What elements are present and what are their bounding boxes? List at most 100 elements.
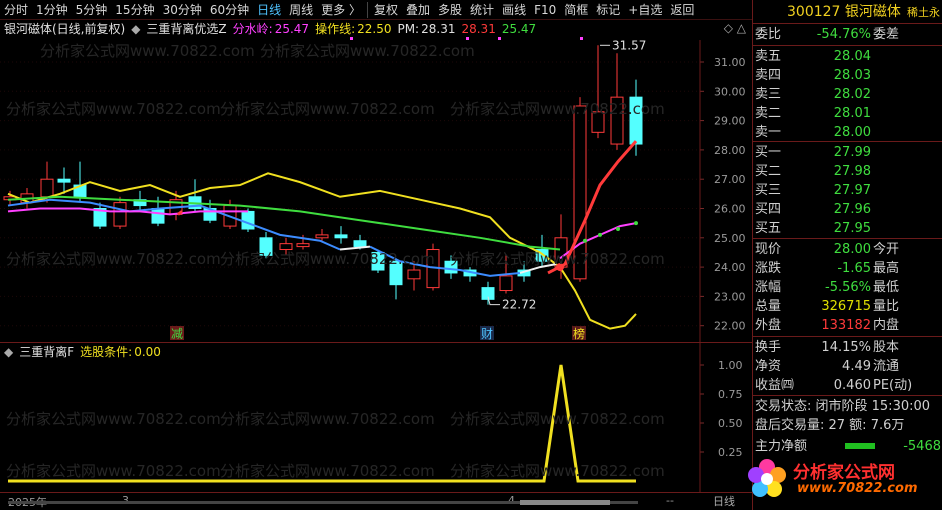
sub-tick-label: 0.25: [718, 446, 743, 459]
after-hours: 盘后交易量: 27 额: 7.6万: [755, 418, 905, 433]
day-tag: 日线: [713, 495, 735, 508]
main-flow-bar: [845, 443, 875, 449]
buy-row-4-label: 买四: [755, 202, 782, 217]
buy-row-5: 买五 27.95: [753, 219, 942, 238]
sub-tick-label: 0.50: [718, 417, 743, 430]
statistics-button[interactable]: 统计: [466, 0, 498, 20]
tab-more[interactable]: 更多 〉: [317, 0, 365, 20]
stat-row-0-label: 现价: [755, 242, 782, 257]
tab-fenshi[interactable]: 分时: [0, 0, 32, 20]
draw-line-button[interactable]: 画线: [498, 0, 530, 20]
buy-row-3-value: 27.97: [833, 183, 871, 198]
stat2-row-1-label: 净资: [755, 359, 782, 374]
candle-up: [499, 275, 513, 292]
buy-row-3: 买三 27.97: [753, 181, 942, 200]
top-marker: [580, 37, 583, 40]
site-logo: 分析家公式网 www.70822.com: [741, 454, 936, 504]
event-marker-2: 榜: [573, 326, 585, 341]
signal-line: [8, 364, 636, 483]
price-tick-label: 29.00: [714, 115, 746, 128]
candle-down: [241, 210, 255, 230]
tab-30min[interactable]: 30分钟: [159, 0, 206, 20]
candle-down: [353, 240, 367, 248]
sell-row-2-value: 28.01: [833, 106, 871, 121]
top-marker: [498, 37, 501, 40]
stat2-row-2: 收益㈣ 0.460 PE(动): [753, 376, 942, 395]
stat2-row-2-label: 收益㈣: [755, 378, 795, 393]
sell-row-4-label: 卖四: [755, 68, 782, 83]
candle-up: [296, 243, 310, 248]
mark-button[interactable]: 标记: [592, 0, 624, 20]
candle-down: [334, 234, 348, 239]
tab-15min[interactable]: 15分钟: [111, 0, 158, 20]
weibi-label: 委比: [755, 27, 782, 42]
stat-row-0-value: 28.00: [833, 242, 871, 257]
stat2-row-0: 换手 14.15% 股本: [753, 338, 942, 357]
sell-row-3-label: 卖三: [755, 87, 782, 102]
stat2-row-0-label: 换手: [755, 340, 782, 355]
logo-brand: 分析家公式网: [793, 463, 895, 483]
period-toolbar: 分时 1分钟 5分钟 15分钟 30分钟 60分钟 日线 周线 更多 〉 复权 …: [0, 0, 752, 20]
tab-daily[interactable]: 日线: [253, 0, 285, 20]
sell-row-4-value: 28.03: [833, 68, 871, 83]
red-signal-dot: [556, 263, 564, 272]
buy-row-5-label: 买五: [755, 221, 782, 236]
tab-60min[interactable]: 60分钟: [206, 0, 253, 20]
buy-row-1-value: 27.99: [833, 145, 871, 160]
back-button[interactable]: 返回: [666, 0, 698, 20]
price-tick-label: 30.00: [714, 85, 746, 98]
candle-down: [57, 178, 71, 183]
corner-tag: 稀土永: [907, 6, 940, 19]
signal-dot: [583, 238, 587, 243]
price-tick-label: 27.00: [714, 173, 746, 186]
price-tick-label: 26.00: [714, 203, 746, 216]
top-marker: [466, 37, 469, 40]
kline-chart[interactable]: 银河磁体(日线,前复权) ◆ 三重背离优选Z 分水岭: 25.47 操作线: 2…: [0, 20, 752, 342]
sub-indicator-chart[interactable]: ◆ 三重背离F 选股条件: 0.00 1.00 0.75 0.50 0.25: [0, 342, 752, 493]
green-ma-line: [7, 195, 561, 251]
high-label: 31.57: [612, 38, 646, 52]
candle-up: [279, 243, 293, 251]
candle-down: [389, 260, 403, 286]
candle-down: [151, 208, 165, 224]
restore-rights-button[interactable]: 复权: [370, 0, 402, 20]
candle-down: [259, 237, 273, 256]
simple-frame-button[interactable]: 简框: [560, 0, 592, 20]
logo-url: www.70822.com: [797, 481, 918, 496]
stat2-row-1-value: 4.49: [842, 359, 871, 374]
multi-stock-button[interactable]: 多股: [434, 0, 466, 20]
stat-row-2-label2: 最低: [873, 280, 900, 295]
stat2-row-0-label2: 股本: [873, 340, 900, 355]
candle-up: [40, 178, 54, 198]
stat-row-4-label: 外盘: [755, 318, 782, 333]
top-marker: [350, 37, 353, 40]
sub-indicator-canvas: 1.00 0.75 0.50 0.25: [8, 343, 743, 493]
sell-row-1: 卖一 28.00: [753, 123, 942, 142]
time-scroll-thumb[interactable]: [520, 500, 610, 505]
stat-row-3-value: 326715: [821, 299, 871, 314]
f10-button[interactable]: F10: [530, 0, 560, 20]
weicha-label: 委差: [873, 27, 900, 42]
sell-row-5-label: 卖五: [755, 49, 782, 64]
candle-down: [444, 260, 458, 274]
price-tick-label: 31.00: [714, 56, 746, 69]
stat2-row-0-value: 14.15%: [821, 340, 871, 355]
stat-row-3: 总量 326715 量比: [753, 297, 942, 316]
buy-row-5-value: 27.95: [833, 221, 871, 236]
trade-status-row: 交易状态: 闭市阶段 15:30:00: [753, 397, 942, 416]
stat-row-3-label2: 量比: [873, 299, 900, 314]
overlay-button[interactable]: 叠加: [402, 0, 434, 20]
buy-row-2: 买二 27.98: [753, 162, 942, 181]
stat-row-1-label: 涨跌: [755, 261, 782, 276]
weibi-row: 委比 -54.76% 委差: [753, 25, 942, 44]
add-favorite-button[interactable]: +自选: [624, 0, 666, 20]
stat-row-1-value: -1.65: [837, 261, 871, 276]
buy-row-1: 买一 27.99: [753, 143, 942, 162]
tab-weekly[interactable]: 周线: [285, 0, 317, 20]
stat2-row-1-label2: 流通: [873, 359, 900, 374]
buy-row-2-label: 买二: [755, 164, 782, 179]
tab-5min[interactable]: 5分钟: [72, 0, 112, 20]
event-marker-0: 减: [171, 327, 183, 341]
tab-1min[interactable]: 1分钟: [32, 0, 72, 20]
stat2-row-1: 净资 4.49 流通: [753, 357, 942, 376]
